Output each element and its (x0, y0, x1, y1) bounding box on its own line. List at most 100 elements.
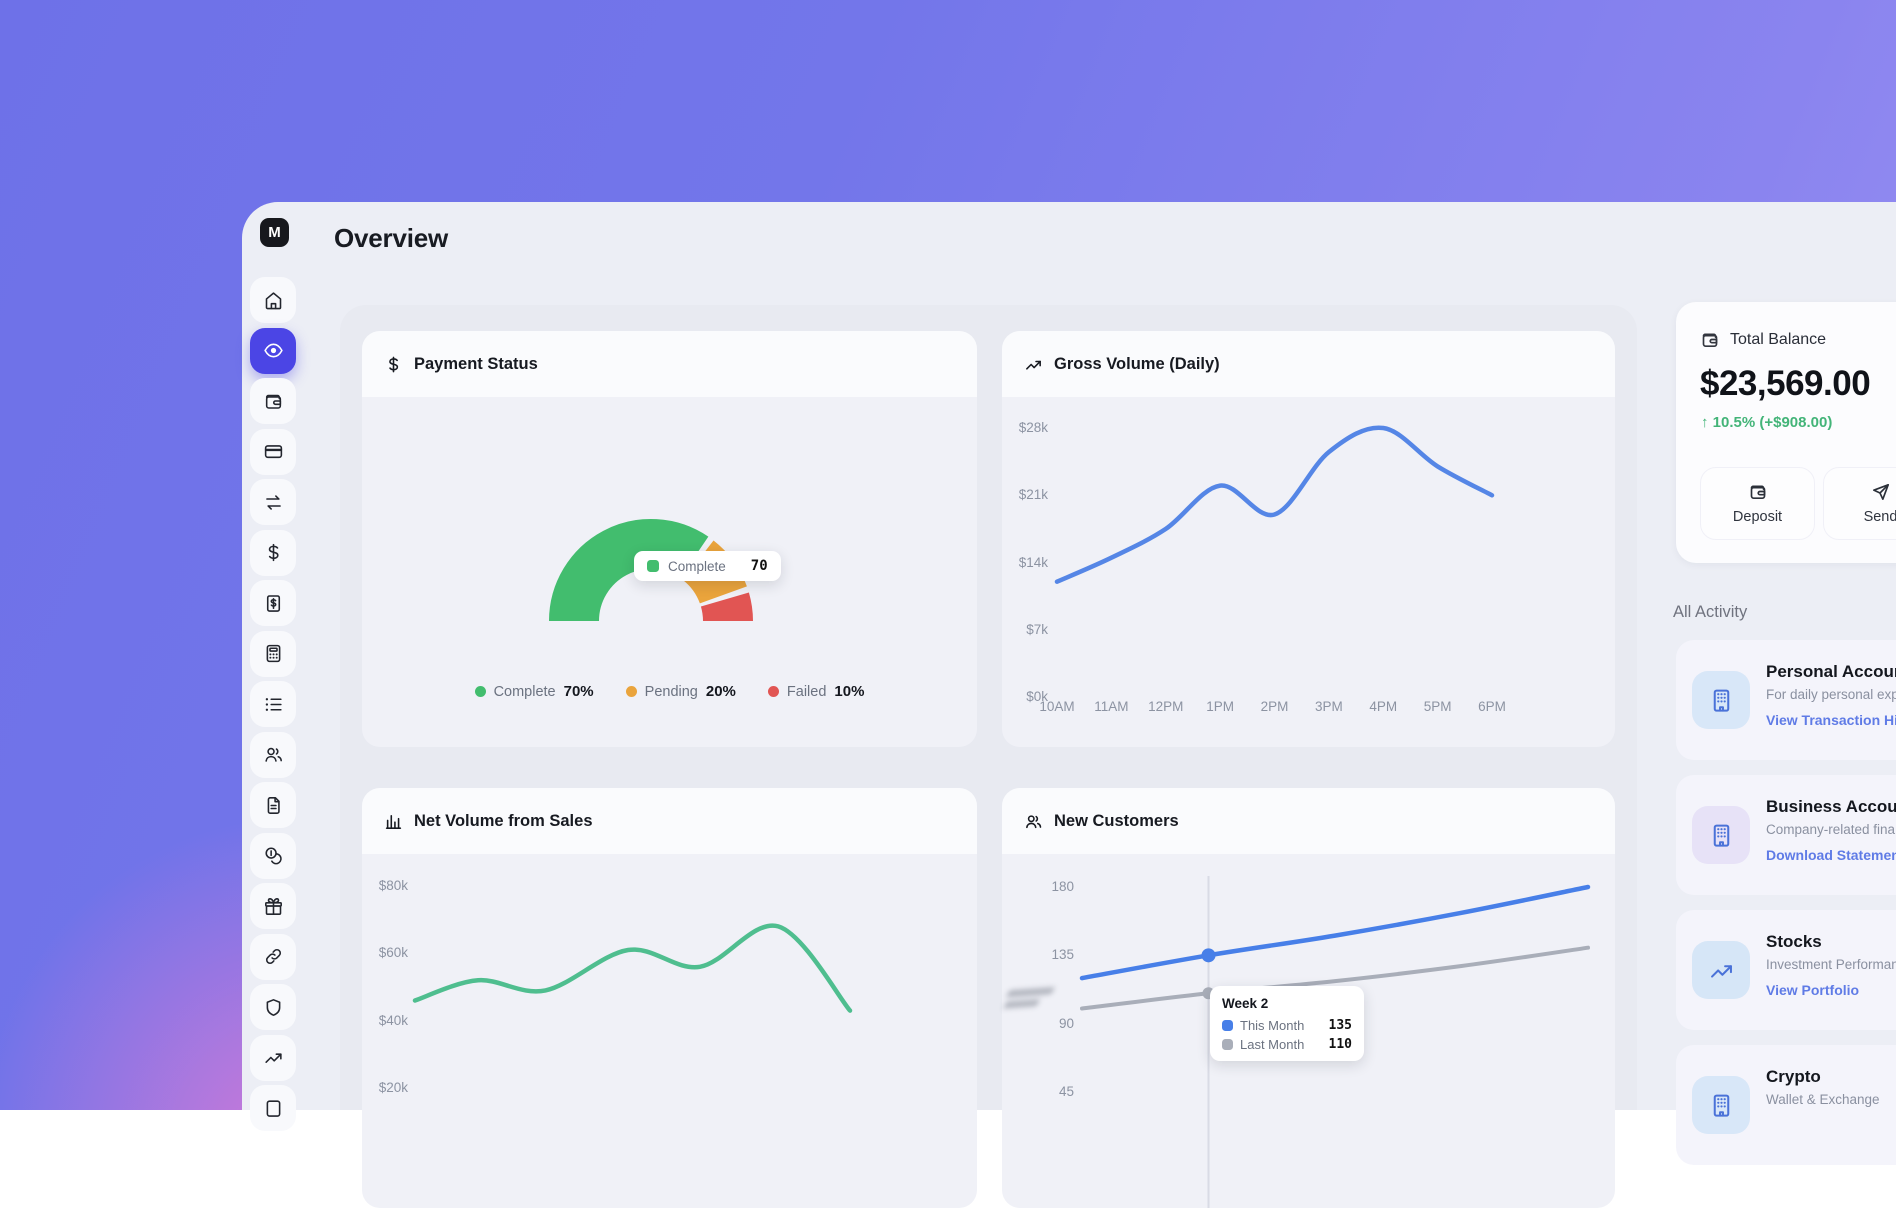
activity-description: For daily personal expenses (1766, 687, 1896, 702)
tooltip-label: Complete (668, 559, 726, 574)
sidebar-item-tablet[interactable] (250, 1085, 296, 1131)
gauge-segment-failed (725, 600, 728, 622)
sidebar-item-document[interactable] (250, 782, 296, 828)
activity-link[interactable]: View Transaction History (1766, 712, 1896, 728)
y-axis-tick: $80k (362, 878, 408, 893)
wallet-icon (1748, 482, 1768, 502)
legend-swatch (1222, 1020, 1233, 1031)
users-icon (263, 744, 284, 765)
legend-dot (475, 686, 486, 697)
sidebar-item-link[interactable] (250, 934, 296, 980)
activity-card-personal-account[interactable]: Personal Account For daily personal expen… (1676, 640, 1896, 760)
y-axis-tick: $40k (362, 1013, 408, 1028)
sidebar-item-users[interactable] (250, 732, 296, 778)
activity-link[interactable]: Download Statements (1766, 847, 1896, 863)
legend-dot (768, 686, 779, 697)
building-icon (1708, 687, 1735, 714)
y-axis-tick: $21k (1002, 487, 1048, 502)
activity-icon-tile (1692, 806, 1750, 864)
trending-up-icon (1708, 957, 1735, 984)
coins-icon (263, 845, 284, 866)
dollar-icon (384, 355, 403, 374)
card-header: New Customers (1002, 788, 1615, 854)
card-header: Payment Status (362, 331, 977, 397)
y-axis-tick: $28k (1002, 420, 1048, 435)
sidebar-item-wallet[interactable] (250, 378, 296, 424)
sidebar-item-dollar[interactable] (250, 530, 296, 576)
x-axis-tick: 12PM (1136, 699, 1196, 714)
sidebar-item-list[interactable] (250, 681, 296, 727)
charts-panel: Payment Status Complete 70 Complete70%Pe… (340, 305, 1637, 1110)
card-title: Gross Volume (Daily) (1054, 355, 1220, 374)
tooltip-value: 70 (751, 558, 768, 574)
y-axis-tick: $7k (1002, 622, 1048, 637)
sidebar-item-credit-card[interactable] (250, 429, 296, 475)
building-icon (1708, 1092, 1735, 1119)
week-tooltip: Week 2 This Month 135 Last Month 110 (1210, 986, 1364, 1061)
send-icon (1871, 482, 1891, 502)
tooltip-label: This Month (1240, 1018, 1304, 1033)
y-axis-tick: 135 (1002, 947, 1074, 962)
activity-icon-tile (1692, 1076, 1750, 1134)
gift-icon (263, 896, 284, 917)
sidebar (242, 202, 298, 1110)
send-button[interactable]: Send (1823, 467, 1896, 540)
activity-card-stocks[interactable]: StocksInvestment PerformanceView Portfol… (1676, 910, 1896, 1030)
sidebar-item-calculator[interactable] (250, 631, 296, 677)
sidebar-item-invoice[interactable] (250, 580, 296, 626)
users-icon (1024, 812, 1043, 831)
sidebar-item-trending-up[interactable] (250, 1035, 296, 1081)
payment-status-card: Payment Status Complete 70 Complete70%Pe… (362, 331, 977, 747)
activity-card-crypto[interactable]: Crypto Wallet & Exchange (1676, 1045, 1896, 1165)
wallet-icon (1700, 330, 1720, 350)
card-title: New Customers (1054, 812, 1179, 831)
activity-title: Business Account (1766, 797, 1896, 817)
trending-up-icon (1024, 355, 1043, 374)
sidebar-item-coins[interactable] (250, 833, 296, 879)
activity-title: Crypto (1766, 1067, 1821, 1087)
legend-label: Failed (787, 684, 827, 700)
x-axis-tick: 10AM (1027, 699, 1087, 714)
sidebar-item-transfer-arrows[interactable] (250, 479, 296, 525)
activity-icon-tile (1692, 671, 1750, 729)
legend-swatch (1222, 1039, 1233, 1050)
sidebar-item-gift[interactable] (250, 883, 296, 929)
list-icon (263, 694, 284, 715)
tooltip-title: Week 2 (1222, 996, 1352, 1011)
sidebar-item-home[interactable] (250, 277, 296, 323)
deposit-button[interactable]: Deposit (1700, 467, 1815, 540)
x-axis-tick: 4PM (1353, 699, 1413, 714)
all-activity-heading: All Activity (1673, 603, 1747, 622)
x-axis-tick: 5PM (1408, 699, 1468, 714)
activity-description: Wallet & Exchange (1766, 1092, 1880, 1107)
bar-chart-icon (384, 812, 403, 831)
dollar-icon (263, 542, 284, 563)
wallet-icon (1700, 330, 1720, 350)
document-icon (263, 795, 284, 816)
activity-title: Personal Account (1766, 662, 1896, 682)
building-icon (1708, 822, 1735, 849)
data-point-marker[interactable] (1202, 948, 1216, 962)
activity-description: Company-related finances (1766, 822, 1896, 837)
y-axis-tick: $14k (1002, 555, 1048, 570)
x-axis-tick: 6PM (1462, 699, 1522, 714)
activity-title: Stocks (1766, 932, 1822, 952)
tooltip-value: 110 (1329, 1037, 1352, 1052)
calculator-icon (263, 643, 284, 664)
legend-swatch (647, 560, 659, 572)
balance-amount: $23,569.00 (1700, 364, 1870, 404)
sidebar-item-shield[interactable] (250, 984, 296, 1030)
dollar-icon (384, 355, 403, 374)
activity-card-business-account[interactable]: Business Account Company-related finances… (1676, 775, 1896, 895)
card-header: Net Volume from Sales (362, 788, 977, 854)
new-customers-card: New Customers Week 2 This Month 135 Last… (1002, 788, 1615, 1208)
sidebar-item-eye[interactable] (250, 328, 296, 374)
x-axis-tick: 3PM (1299, 699, 1359, 714)
net-volume-card: Net Volume from Sales $80k$60k$40k$20k (362, 788, 977, 1208)
invoice-icon (263, 593, 284, 614)
wallet-icon (1748, 482, 1768, 502)
x-axis-tick: 11AM (1081, 699, 1141, 714)
credit-card-icon (263, 441, 284, 462)
trending-up-icon (1024, 355, 1043, 374)
activity-link[interactable]: View Portfolio (1766, 982, 1859, 998)
